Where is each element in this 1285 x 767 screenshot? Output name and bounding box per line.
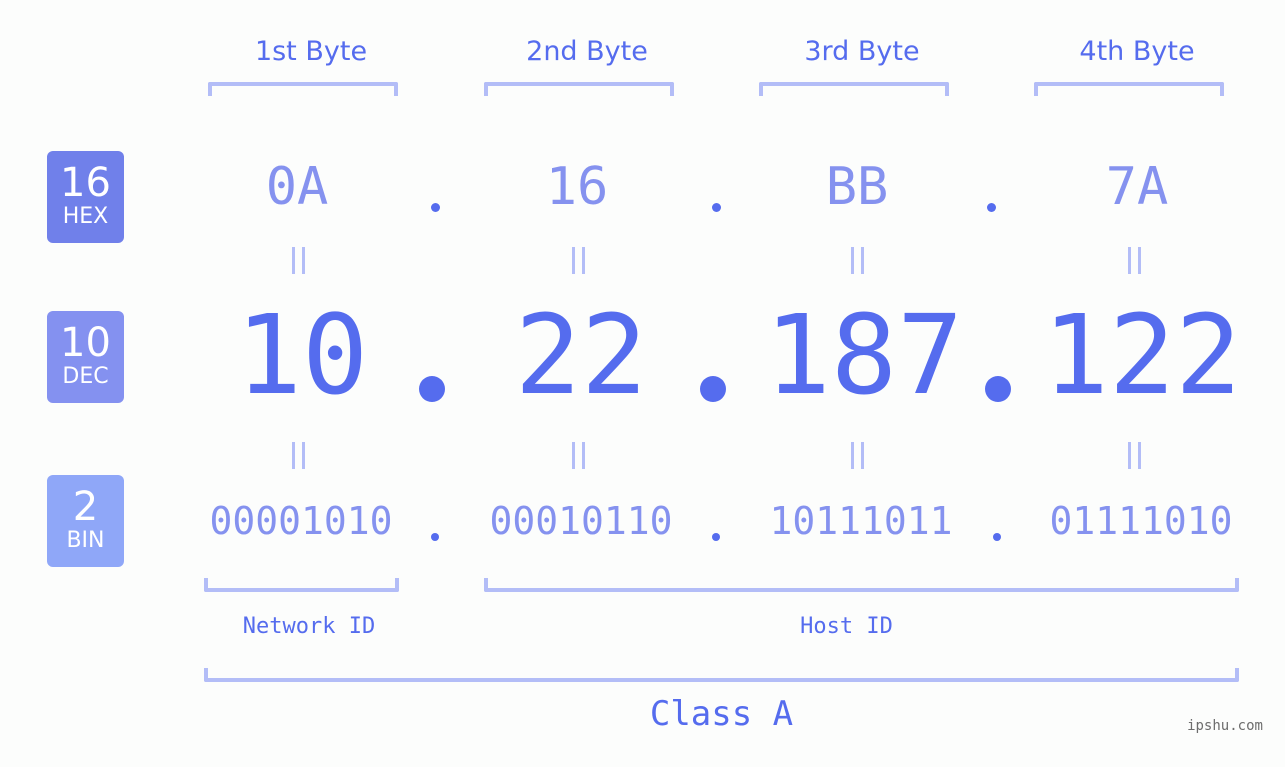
hex-byte-2: 16	[545, 157, 609, 217]
bin-byte-2: 00010110	[489, 499, 673, 543]
equals-sign	[572, 247, 585, 274]
hex-separator-dot	[431, 203, 440, 212]
equals-sign	[292, 247, 305, 274]
hex-badge: 16 HEX	[47, 151, 124, 243]
bin-separator-dot	[712, 533, 720, 541]
dec-separator-dot	[700, 376, 726, 402]
equals-sign	[1128, 247, 1141, 274]
class-bracket	[204, 668, 1239, 682]
hex-separator-dot	[987, 203, 996, 212]
bin-badge-label: BIN	[66, 528, 105, 553]
hex-byte-4: 7A	[1105, 157, 1169, 217]
equals-sign	[851, 247, 864, 274]
bin-byte-4: 01111010	[1049, 499, 1233, 543]
byte-bracket-3	[759, 82, 949, 96]
dec-byte-3: 187	[764, 291, 964, 419]
byte-bracket-2	[484, 82, 674, 96]
byte-bracket-1	[208, 82, 398, 96]
host-id-bracket	[484, 578, 1239, 592]
hex-badge-number: 16	[60, 160, 111, 206]
byte-bracket-4	[1034, 82, 1224, 96]
hex-badge-label: HEX	[62, 204, 109, 229]
bin-byte-3: 10111011	[769, 499, 953, 543]
byte-header-1: 1st Byte	[254, 36, 368, 67]
host-id-label: Host ID	[800, 614, 893, 639]
dec-byte-2: 22	[514, 291, 648, 419]
byte-header-3: 3rd Byte	[804, 36, 920, 67]
dec-byte-1: 10	[235, 291, 369, 419]
equals-sign	[292, 442, 305, 469]
watermark: ipshu.com	[1187, 718, 1263, 734]
bin-badge: 2 BIN	[47, 475, 124, 567]
bin-separator-dot	[993, 533, 1001, 541]
dec-badge-number: 10	[60, 320, 111, 366]
dec-badge-label: DEC	[62, 364, 109, 389]
dec-badge: 10 DEC	[47, 311, 124, 403]
bin-separator-dot	[431, 533, 439, 541]
network-id-label: Network ID	[242, 614, 376, 639]
hex-separator-dot	[712, 203, 721, 212]
ip-class-label: Class A	[649, 694, 794, 734]
equals-sign	[1128, 442, 1141, 469]
dec-separator-dot	[419, 376, 445, 402]
dec-byte-4: 122	[1042, 291, 1242, 419]
equals-sign	[851, 442, 864, 469]
hex-byte-3: BB	[825, 157, 889, 217]
network-id-bracket	[204, 578, 399, 592]
dec-separator-dot	[985, 376, 1011, 402]
hex-byte-1: 0A	[265, 157, 329, 217]
byte-header-4: 4th Byte	[1079, 36, 1195, 67]
bin-byte-1: 00001010	[209, 499, 393, 543]
bin-badge-number: 2	[72, 484, 99, 530]
equals-sign	[572, 442, 585, 469]
byte-header-2: 2nd Byte	[526, 36, 648, 67]
